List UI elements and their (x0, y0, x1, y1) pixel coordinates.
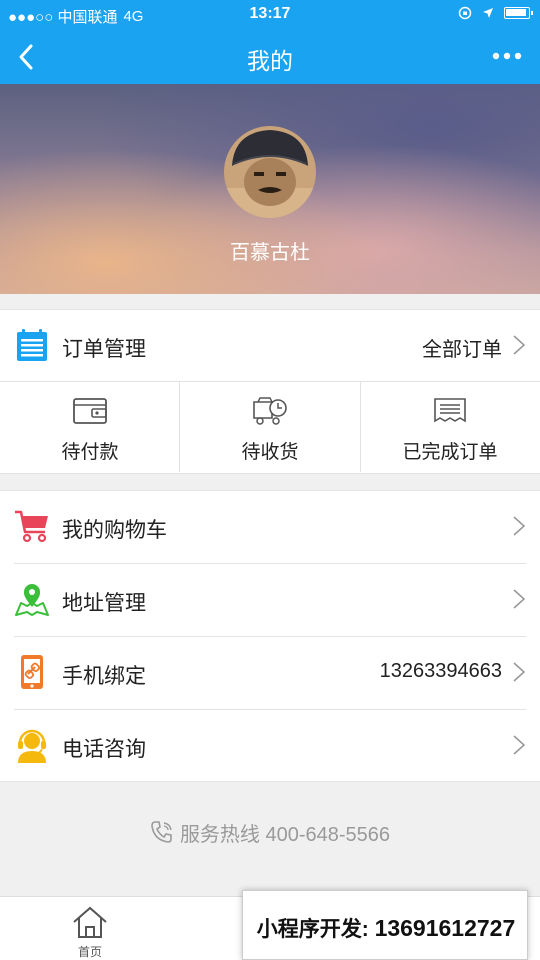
promo-number: 13691612727 (374, 915, 516, 941)
phone-link-icon (21, 655, 43, 689)
pending-payment-label: 待付款 (61, 442, 119, 463)
location-pin-icon (15, 584, 49, 616)
order-management-label: 订单管理 (62, 338, 146, 361)
orientation-lock-icon (458, 6, 472, 20)
completed-orders-label: 已完成订单 (402, 442, 498, 463)
username: 百慕古杜 (230, 242, 310, 264)
page-title: 我的 (247, 48, 293, 74)
profile-banner: 百慕古杜 (0, 84, 540, 294)
menu-label-phone-binding: 手机绑定 (62, 665, 146, 688)
chevron-right-icon (513, 589, 526, 609)
delivery-truck-icon (253, 397, 287, 425)
pending-receipt-label: 待收货 (241, 442, 299, 463)
service-hotline[interactable]: 服务热线 400-648-5566 (0, 818, 540, 847)
order-management-row[interactable]: 订单管理 全部订单 (0, 309, 540, 382)
top-bar: ●●●○○ 中国联通 4G 13:17 我的 (0, 0, 540, 84)
menu-label-cart: 我的购物车 (62, 519, 167, 542)
tab-home[interactable]: 首页 (0, 897, 180, 960)
menu-label-address: 地址管理 (62, 592, 146, 615)
menu-item-phone-binding[interactable]: 手机绑定 13263394663 (0, 636, 540, 709)
status-bar: ●●●○○ 中国联通 4G 13:17 (0, 0, 540, 30)
pending-payment-button[interactable]: 待付款 (0, 382, 180, 472)
tab-home-label: 首页 (77, 945, 102, 959)
phone-icon (151, 821, 172, 843)
menu-label-phone-consult: 电话咨询 (62, 738, 146, 761)
calendar-list-icon (17, 329, 47, 361)
nav-bar: 我的 (0, 30, 540, 84)
receipt-icon (434, 398, 466, 423)
all-orders-link[interactable]: 全部订单 (422, 333, 502, 362)
battery-icon (504, 7, 533, 19)
location-arrow-icon (483, 8, 493, 18)
more-button[interactable] (490, 44, 524, 68)
pending-receipt-button[interactable]: 待收货 (180, 382, 360, 472)
divider (0, 473, 540, 474)
wallet-icon (73, 398, 107, 424)
chevron-right-icon (513, 335, 526, 355)
promo-overlay: 小程序开发: 13691612727 (242, 890, 528, 960)
customer-service-icon (18, 729, 46, 763)
promo-prefix: 小程序开发: (256, 918, 369, 941)
chevron-right-icon (513, 516, 526, 536)
hotline-text: 服务热线 400-648-5566 (179, 824, 391, 846)
chevron-right-icon (513, 662, 526, 682)
menu-value-phone-number: 13263394663 (379, 660, 502, 682)
home-icon (73, 906, 107, 938)
menu-item-phone-consult[interactable]: 电话咨询 (0, 709, 540, 782)
menu-item-address[interactable]: 地址管理 (0, 563, 540, 636)
cart-icon (15, 510, 48, 543)
chevron-right-icon (513, 735, 526, 755)
menu-item-cart[interactable]: 我的购物车 (0, 490, 540, 563)
completed-orders-button[interactable]: 已完成订单 (360, 382, 540, 472)
user-avatar[interactable] (224, 126, 316, 218)
